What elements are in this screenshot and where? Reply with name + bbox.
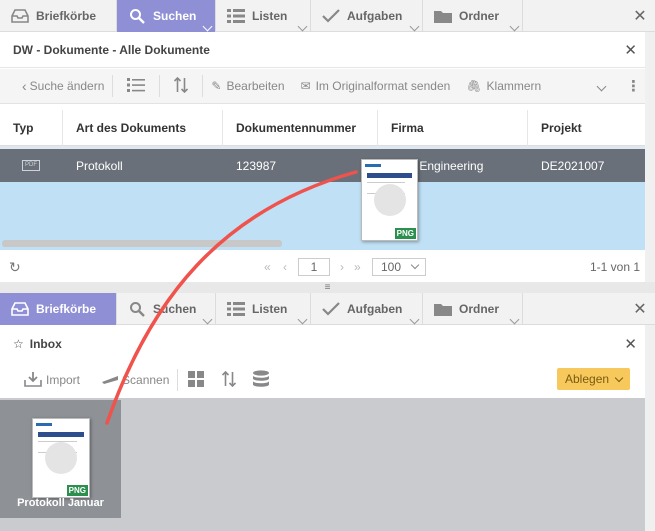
drag-arrow (105, 170, 358, 425)
